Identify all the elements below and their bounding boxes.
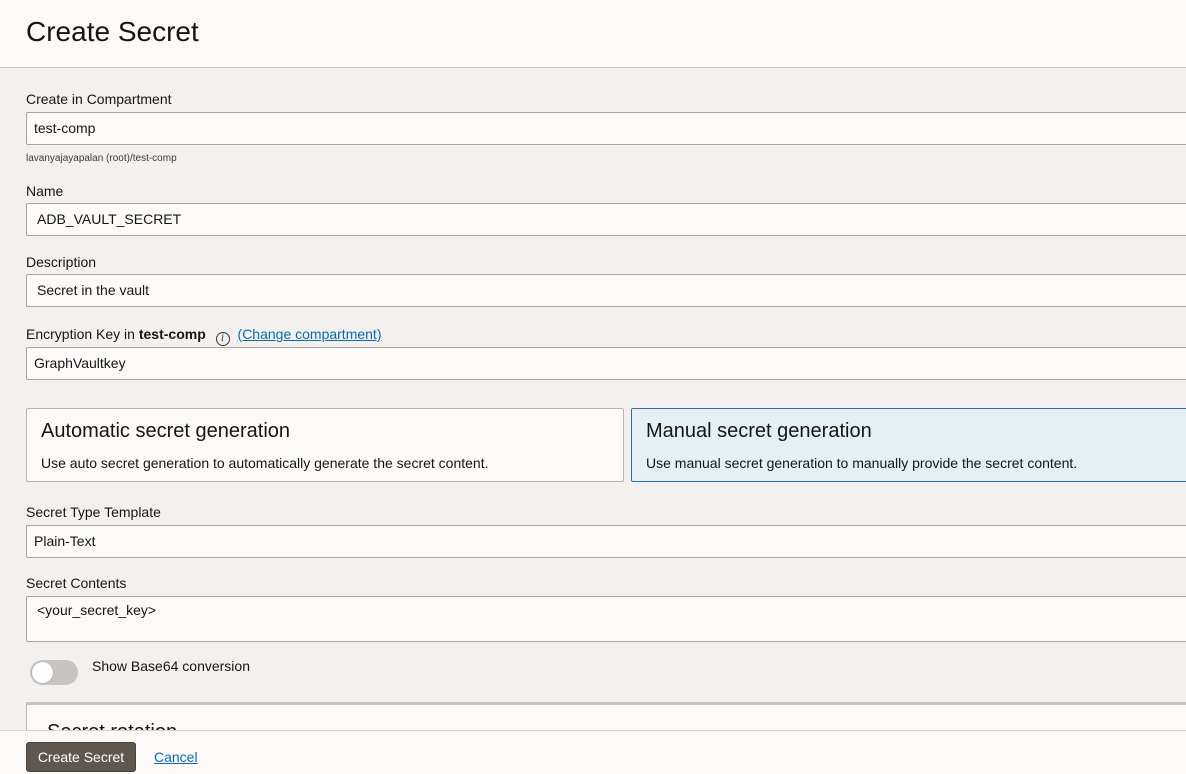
encryption-key-compartment: test-comp	[138, 326, 206, 342]
cancel-link[interactable]: Cancel	[154, 749, 198, 765]
automatic-generation-title: Automatic secret generation	[41, 420, 291, 442]
form-content: Create in Compartment test-comp lavanyaj…	[0, 68, 1186, 730]
name-label: Name	[26, 183, 64, 199]
page-title: Create Secret	[26, 16, 199, 47]
base64-toggle-label: Show Base64 conversion	[92, 658, 250, 674]
info-icon[interactable]: i	[215, 332, 230, 346]
create-secret-panel: Create Secret Create in Compartment test…	[0, 0, 1186, 774]
change-compartment-link[interactable]: (Change compartment)	[238, 326, 382, 342]
manual-generation-card[interactable]: Manual secret generation Use manual secr…	[631, 408, 1186, 482]
compartment-label: Create in Compartment	[26, 91, 172, 107]
secret-type-select[interactable]: Plain-Text	[26, 525, 1186, 558]
panel-header: Create Secret	[0, 0, 1186, 68]
secret-contents-label: Secret Contents	[26, 575, 127, 591]
toggle-knob	[32, 662, 53, 683]
name-input[interactable]: ADB_VAULT_SECRET	[26, 203, 1186, 236]
description-input[interactable]: Secret in the vault	[26, 274, 1186, 307]
manual-generation-title: Manual secret generation	[646, 420, 872, 442]
manual-generation-description: Use manual secret generation to manually…	[646, 455, 1078, 471]
secret-rotation-section: Secret rotation	[26, 702, 1186, 730]
automatic-generation-description: Use auto secret generation to automatica…	[41, 455, 489, 471]
compartment-select[interactable]: test-comp	[26, 112, 1186, 145]
description-label: Description	[26, 254, 97, 270]
encryption-key-select[interactable]: GraphVaultkey	[26, 347, 1186, 380]
secret-contents-textarea[interactable]: <your_secret_key>	[26, 596, 1186, 642]
compartment-path-hint: lavanyajayapalan (root)/test-comp	[26, 153, 177, 164]
encryption-key-label-prefix: Encryption Key in	[26, 326, 135, 342]
base64-toggle[interactable]	[30, 660, 78, 685]
panel-footer: Create Secret Cancel	[0, 730, 1186, 774]
automatic-generation-card[interactable]: Automatic secret generation Use auto sec…	[26, 408, 624, 482]
encryption-key-label: Encryption Key in test-comp i (Change co…	[26, 326, 381, 346]
secret-rotation-title: Secret rotation	[47, 721, 177, 730]
secret-type-label: Secret Type Template	[26, 504, 161, 520]
create-secret-button[interactable]: Create Secret	[26, 742, 136, 772]
